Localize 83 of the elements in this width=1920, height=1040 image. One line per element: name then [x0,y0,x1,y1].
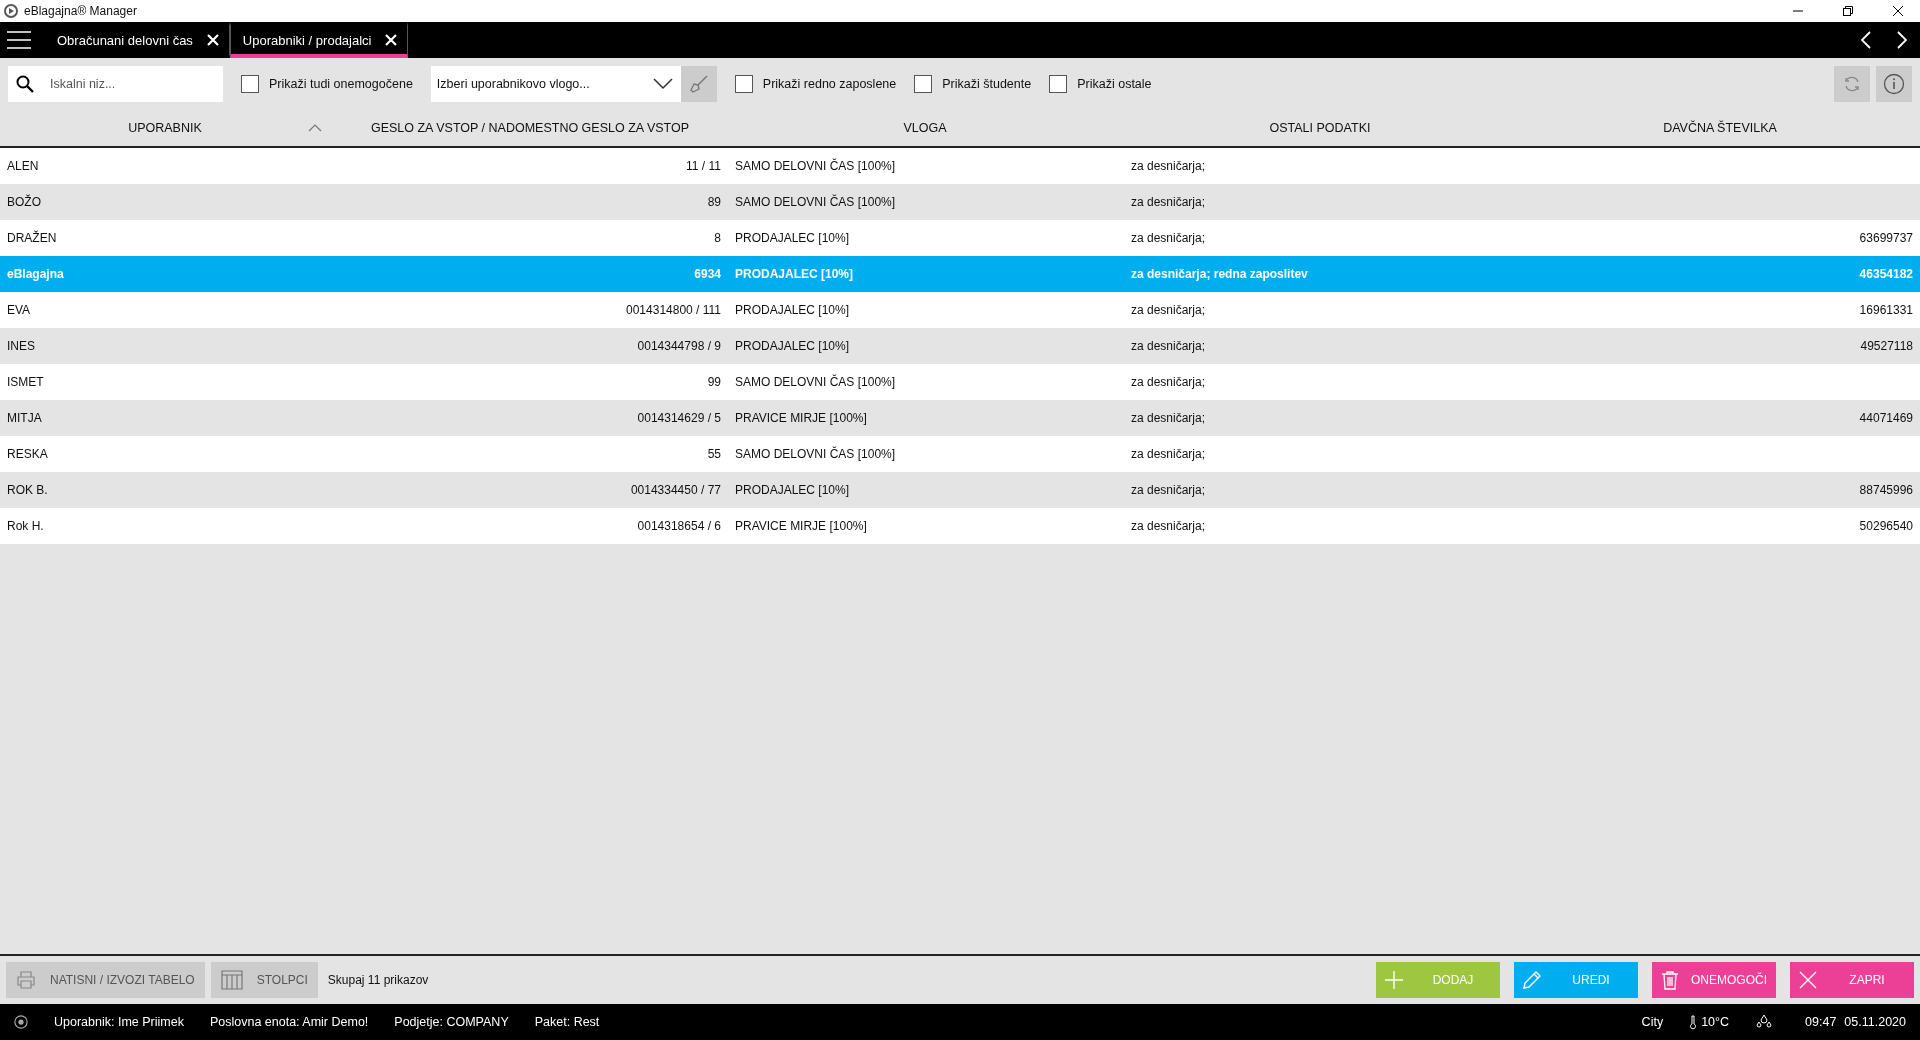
table-cell: 6934 [694,267,721,281]
table-cell: SAMO DELOVNI ČAS [100%] [735,159,896,173]
table-cell: DRAŽEN [7,231,57,245]
table-cell: ISMET [7,375,44,389]
tool-button[interactable]: NATISNI / IZVOZI TABELO [6,962,205,998]
table-cell: PRODAJALEC [10%] [735,483,850,497]
temperature-text: 10°C [1701,1015,1730,1029]
record-count: Skupaj 11 prikazov [327,973,429,987]
action-button[interactable]: ONEMOGOČI [1652,962,1776,998]
table-cell: PRODAJALEC [10%] [735,303,850,317]
checkbox[interactable]: Prikaži ostale [1049,75,1152,93]
table-cell: za desničarja; [1131,195,1206,209]
table-row[interactable]: ISMET 99 SAMO DELOVNI ČAS [100%] za desničarja; [0,364,1920,400]
table-row[interactable]: DRAŽEN 8 PRODAJALEC [10%] za desničarja; 63699737 [0,220,1920,256]
table-cell: PRODAJALEC [10%] [735,267,854,281]
checkbox[interactable]: Prikaži redno zaposlene [734,75,897,93]
table-cell: 0014318654 / 6 [637,519,721,533]
table-cell: BOŽO [7,195,41,209]
table-cell: PRAVICE MIRJE [100%] [735,411,867,425]
column-header[interactable]: DAVČNA ŠTEVILKA [1520,110,1920,146]
table-row[interactable]: RESKA 55 SAMO DELOVNI ČAS [100%] za desničarja; [0,436,1920,472]
table-cell: PRODAJALEC [10%] [735,231,850,245]
table-cell: 0014314629 / 5 [637,411,721,425]
table-row[interactable]: Rok H. 0014318654 / 6 PRAVICE MIRJE [100%] za desničarja; 50296540 [0,508,1920,544]
table-cell: MITJA [7,411,42,425]
table-cell: 0014344798 / 9 [637,339,721,353]
table-cell: 63699737 [1859,231,1913,245]
table-cell: RESKA [7,447,48,461]
table-cell: 89 [707,195,721,209]
role-dropdown[interactable]: Izberi uporabnikovo vlogo... [430,66,681,102]
checkbox[interactable]: Prikaži tudi onemogočene [241,75,413,93]
table-cell: 11 / 11 [686,159,721,173]
column-header[interactable]: GESLO ZA VSTOP / NADOMESTNO GESLO ZA VSTOP [330,110,730,146]
table-cell: 0014334450 / 77 [630,483,721,497]
table-cell: SAMO DELOVNI ČAS [100%] [735,195,896,209]
clock-time: 09:47 [1805,1015,1837,1029]
table-cell: za desničarja; [1131,339,1206,353]
table-cell: ROK B. [7,483,48,497]
city-text: City [1641,1015,1664,1029]
column-header[interactable]: UPORABNIK [0,110,330,146]
table-cell: 8 [714,231,721,245]
table-cell: Rok H. [7,519,44,533]
table-cell: 16961331 [1859,303,1913,317]
column-header[interactable]: VLOGA [730,110,1120,146]
table-cell: 55 [707,447,721,461]
table-cell: SAMO DELOVNI ČAS [100%] [735,375,896,389]
table-cell: za desničarja; [1131,447,1206,461]
table-cell: INES [7,339,35,353]
table-row[interactable]: ALEN 11 / 11 SAMO DELOVNI ČAS [100%] za desničarja; [0,148,1920,184]
action-button[interactable]: ZAPRI [1790,962,1914,998]
status-text: Poslovna enota: Amir Demo! [209,1015,369,1029]
table-cell: 99 [707,375,721,389]
date-text: 05.11.2020 [1844,1015,1906,1029]
table-cell: za desničarja; [1131,303,1206,317]
table-cell: eBlagajna [7,267,64,281]
table-cell: za desničarja; [1131,411,1206,425]
table-cell: za desničarja; [1131,375,1206,389]
table-cell: za desničarja; [1131,483,1206,497]
tool-button[interactable]: STOLPCI [210,962,318,998]
status-text: Paket: Rest [534,1015,600,1029]
search-field[interactable]: Iskalni niz... [8,66,223,102]
table-cell: za desničarja; [1131,519,1206,533]
status-text: Uporabnik: Ime Priimek [54,1015,184,1029]
table-cell: ALEN [7,159,39,173]
table-cell: EVA [7,303,31,317]
table-cell: 46354182 [1859,267,1913,281]
table-cell: za desničarja; [1131,231,1206,245]
table-cell: PRAVICE MIRJE [100%] [735,519,867,533]
table-row[interactable]: EVA 0014314800 / 111 PRODAJALEC [10%] za desničarja; 16961331 [0,292,1920,328]
checkbox[interactable]: Prikaži študente [914,75,1032,93]
table-cell: PRODAJALEC [10%] [735,339,850,353]
table-cell: za desničarja; redna zaposlitev [1131,267,1308,281]
table-cell: SAMO DELOVNI ČAS [100%] [735,447,896,461]
table-cell: 88745996 [1859,483,1913,497]
table-cell: 0014314800 / 111 [626,303,721,317]
table-cell: za desničarja; [1131,159,1206,173]
window-title: eBlagajna® Manager [24,4,137,18]
status-text: Podjetje: COMPANY [394,1015,509,1029]
table-cell: 49527118 [1860,339,1913,353]
table-cell: 50296540 [1859,519,1913,533]
column-header[interactable]: OSTALI PODATKI [1120,110,1520,146]
tab[interactable]: Obračunani delovni čas [45,22,230,58]
table-cell: 44071469 [1859,411,1913,425]
